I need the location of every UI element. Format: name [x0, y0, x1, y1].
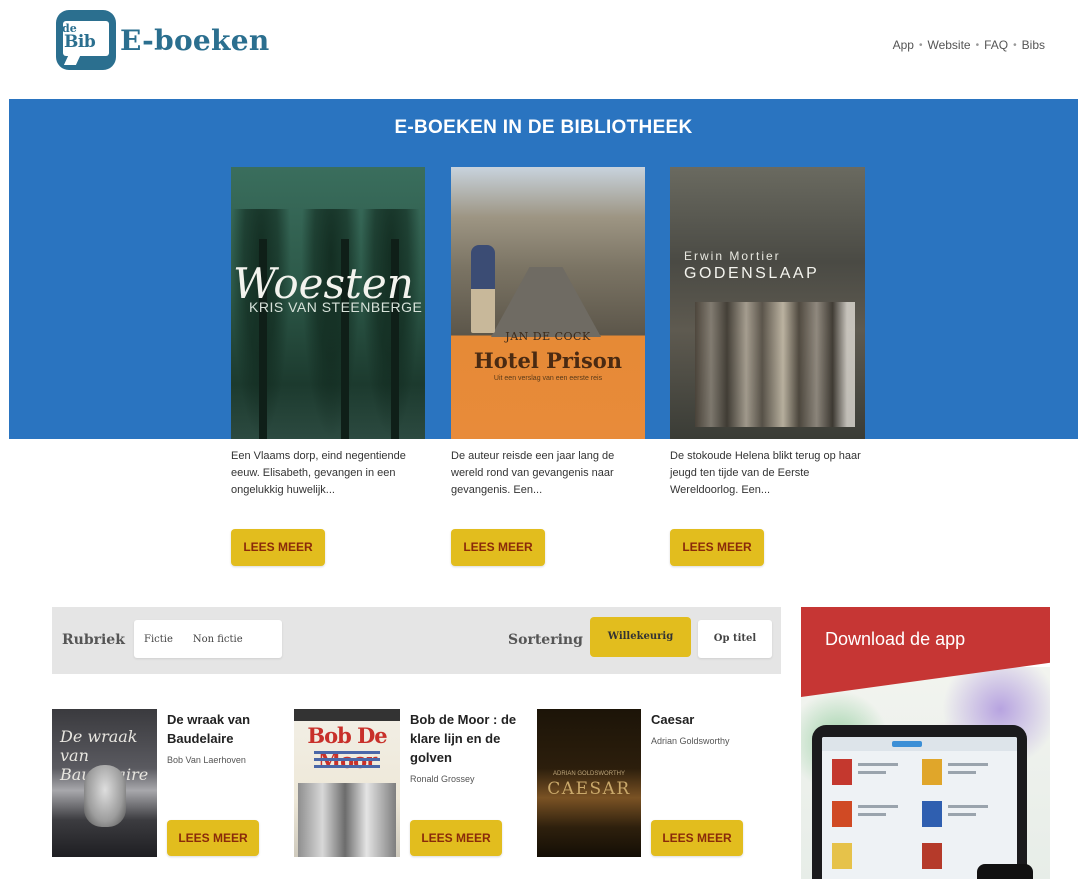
- featured-blurb: Een Vlaams dorp, eind negentiende eeuw. …: [231, 450, 406, 496]
- rubriek-options: Fictie Non fictie: [134, 620, 282, 658]
- featured-blurb: De auteur reisde een jaar lang de wereld…: [451, 450, 615, 496]
- site-logo[interactable]: de Bib E-boeken: [56, 10, 270, 70]
- lees-meer-button[interactable]: LEES MEER: [651, 820, 743, 856]
- book-author: Adrian Goldsworthy: [651, 736, 730, 746]
- bib-logo-icon: de Bib: [56, 10, 116, 70]
- lees-meer-button[interactable]: LEES MEER: [410, 820, 502, 856]
- book-cover-caesar[interactable]: ADRIAN GOLDSWORTHY CAESAR: [537, 709, 641, 857]
- cover-title: CAESAR: [547, 779, 631, 799]
- featured-blurb: De stokoude Helena blikt terug op haar j…: [670, 450, 861, 496]
- book-author: Bob Van Laerhoven: [167, 755, 246, 765]
- tablet-illustration: [812, 725, 1027, 879]
- book-cover-bob-de-moor[interactable]: Bob De Moor: [294, 709, 400, 857]
- promo-title: Download de app: [825, 629, 966, 649]
- cover-title: Hotel Prison: [473, 348, 623, 373]
- book-title[interactable]: Bob de Moor : de klare lijn en de golven: [410, 710, 528, 767]
- featured-cover-godenslaap[interactable]: Erwin Mortier GODENSLAAP: [670, 167, 865, 439]
- lees-meer-button[interactable]: LEES MEER: [451, 529, 545, 566]
- cover-subtitle: Uit een verslag van een eerste reis: [493, 375, 603, 382]
- cover-author: ADRIAN GOLDSWORTHY: [553, 771, 625, 777]
- book-title[interactable]: De wraak van Baudelaire: [167, 710, 277, 748]
- top-navigation: App • Website • FAQ • Bibs: [893, 38, 1045, 52]
- filter-fictie[interactable]: Fictie: [134, 634, 183, 645]
- lees-meer-button[interactable]: LEES MEER: [167, 820, 259, 856]
- logo-text: E-boeken: [120, 23, 270, 57]
- nav-separator: •: [918, 39, 923, 51]
- nav-link-faq[interactable]: FAQ: [984, 38, 1008, 52]
- cover-author: JAN DE COCK: [505, 330, 591, 343]
- sort-op-titel-button[interactable]: Op titel: [698, 620, 772, 658]
- nav-link-website[interactable]: Website: [927, 38, 970, 52]
- nav-separator: •: [1013, 39, 1017, 51]
- cover-title: GODENSLAAP: [684, 265, 820, 282]
- rubriek-label: Rubriek: [62, 632, 125, 648]
- featured-cover-hotel-prison[interactable]: JAN DE COCK Hotel Prison Uit een verslag…: [451, 167, 645, 439]
- lees-meer-button[interactable]: LEES MEER: [670, 529, 764, 566]
- book-title[interactable]: Caesar: [651, 710, 761, 729]
- filter-bar: Rubriek Fictie Non fictie Sortering Will…: [52, 607, 781, 674]
- download-app-promo[interactable]: Download de app: [801, 607, 1050, 879]
- featured-cover-woesten[interactable]: Woesten KRIS VAN STEENBERGE: [231, 167, 425, 439]
- cover-author: KRIS VAN STEENBERGE: [249, 299, 423, 315]
- nav-link-app[interactable]: App: [893, 38, 914, 52]
- filter-non-fictie[interactable]: Non fictie: [183, 634, 253, 645]
- banner-title: E-BOEKEN IN DE BIBLIOTHEEK: [394, 117, 693, 138]
- book-author: Ronald Grossey: [410, 774, 475, 784]
- cover-author: Erwin Mortier: [684, 249, 781, 263]
- nav-separator: •: [975, 39, 980, 51]
- nav-link-bibs[interactable]: Bibs: [1022, 38, 1045, 52]
- sort-willekeurig-button[interactable]: Willekeurig: [590, 617, 691, 657]
- lees-meer-button[interactable]: LEES MEER: [231, 529, 325, 566]
- sort-label: Sortering: [508, 632, 583, 648]
- book-cover-wraak-van-baudelaire[interactable]: De wraak van Baudelaire: [52, 709, 157, 857]
- phone-illustration: [977, 864, 1033, 879]
